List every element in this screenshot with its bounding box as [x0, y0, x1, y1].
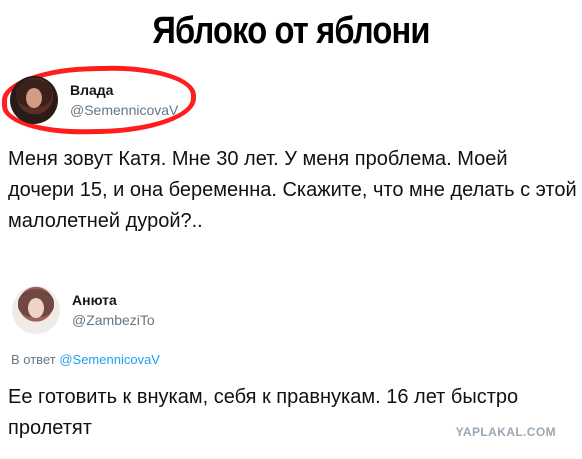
- avatar[interactable]: [12, 286, 60, 334]
- author-handle[interactable]: @SemennicovaV: [70, 102, 178, 118]
- reply-prefix: В ответ: [11, 352, 56, 367]
- author-names: Анюта @ZambeziTo: [72, 292, 155, 328]
- author-names: Влада @SemennicovaV: [70, 82, 178, 118]
- author-handle[interactable]: @ZambeziTo: [72, 312, 155, 328]
- reply-author-header: Анюта @ZambeziTo: [12, 286, 155, 334]
- avatar-face: [26, 88, 42, 108]
- author-name[interactable]: Влада: [70, 82, 178, 98]
- avatar[interactable]: [10, 76, 58, 124]
- watermark: YAPLAKAL.COM: [455, 425, 556, 439]
- reply-to-link[interactable]: @SemennicovaV: [59, 352, 160, 367]
- tweet-text: Меня зовут Катя. Мне 30 лет. У меня проб…: [8, 148, 577, 232]
- author-name[interactable]: Анюта: [72, 292, 155, 308]
- page-title: Яблоко от яблони: [152, 10, 430, 52]
- avatar-face: [28, 298, 44, 318]
- tweet-author-header: Влада @SemennicovaV: [10, 76, 178, 124]
- reply-context: В ответ @SemennicovaV: [11, 352, 160, 367]
